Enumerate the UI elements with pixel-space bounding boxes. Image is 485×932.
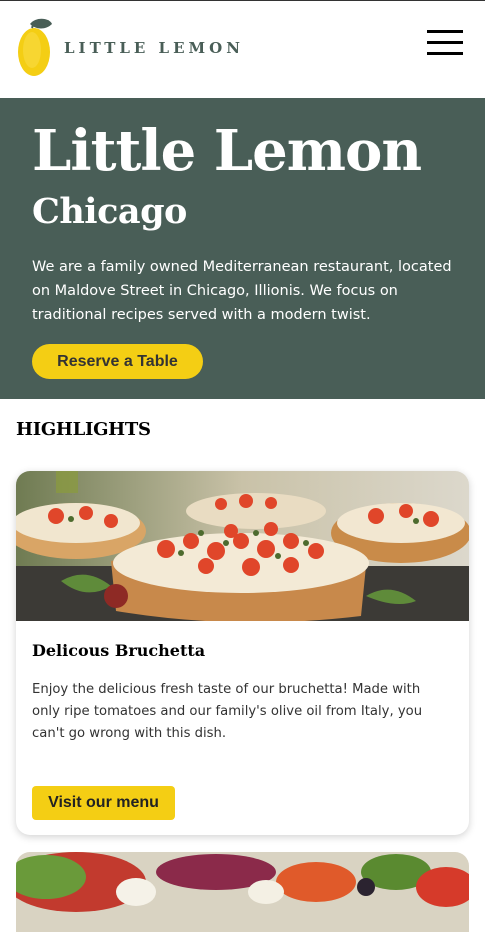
reserve-table-button[interactable]: Reserve a Table: [32, 344, 203, 379]
lemon-icon: [18, 18, 52, 76]
card-title: Delicous Bruchetta: [32, 641, 206, 660]
visit-menu-button[interactable]: Visit our menu: [32, 786, 175, 820]
site-header: LITTLE LEMON: [0, 2, 485, 98]
card-description: Enjoy the delicious fresh taste of our b…: [32, 682, 423, 741]
greek-salad-photo: [16, 852, 469, 932]
hero-section: Little Lemon Chicago We are a family own…: [0, 98, 485, 399]
hero-description: We are a family owned Mediterranean rest…: [32, 259, 452, 323]
highlights-heading: HIGHLIGHTS: [16, 419, 151, 440]
logo-text: LITTLE LEMON: [64, 39, 244, 57]
hero-subtitle: Chicago: [32, 191, 187, 232]
highlight-card: Delicous Bruchetta Enjoy the delicious f…: [16, 471, 469, 835]
logo[interactable]: LITTLE LEMON: [16, 18, 244, 78]
highlight-card: [16, 852, 469, 932]
bruschetta-photo: [16, 471, 469, 621]
hamburger-menu-icon[interactable]: [427, 30, 463, 56]
hero-title: Little Lemon: [32, 118, 422, 184]
